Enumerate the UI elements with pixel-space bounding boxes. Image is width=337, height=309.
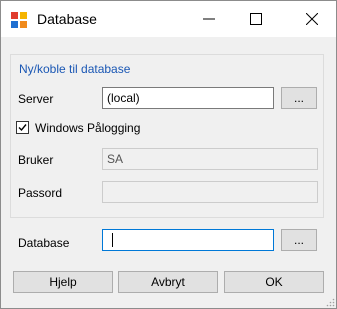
maximize-icon <box>250 13 262 25</box>
checkmark-icon <box>18 124 27 132</box>
text-caret <box>112 233 113 247</box>
windows-login-checkbox[interactable] <box>16 121 29 134</box>
user-input[interactable] <box>102 148 318 170</box>
cancel-button[interactable]: Avbryt <box>118 271 218 293</box>
maximize-button[interactable] <box>233 1 279 37</box>
ok-button[interactable]: OK <box>224 271 324 293</box>
database-app-icon <box>11 12 27 28</box>
minimize-button[interactable] <box>186 1 232 37</box>
group-legend: Ny/koble til database <box>17 62 133 76</box>
server-input[interactable] <box>102 87 274 109</box>
server-label: Server <box>18 92 54 106</box>
resize-grip-icon[interactable] <box>325 297 335 307</box>
password-label: Passord <box>18 186 63 200</box>
close-icon <box>306 13 318 25</box>
windows-login-label[interactable]: Windows Pålogging <box>35 121 140 135</box>
user-label: Bruker <box>18 153 54 167</box>
database-label: Database <box>18 236 70 250</box>
server-browse-button[interactable]: ... <box>281 87 317 109</box>
title-bar[interactable]: Database <box>1 1 336 37</box>
password-input[interactable] <box>102 181 318 203</box>
minimize-icon <box>203 18 215 20</box>
database-input[interactable] <box>102 229 274 251</box>
close-button[interactable] <box>289 1 335 37</box>
help-button[interactable]: Hjelp <box>13 271 113 293</box>
database-browse-button[interactable]: ... <box>281 229 317 251</box>
window-title: Database <box>37 11 97 27</box>
